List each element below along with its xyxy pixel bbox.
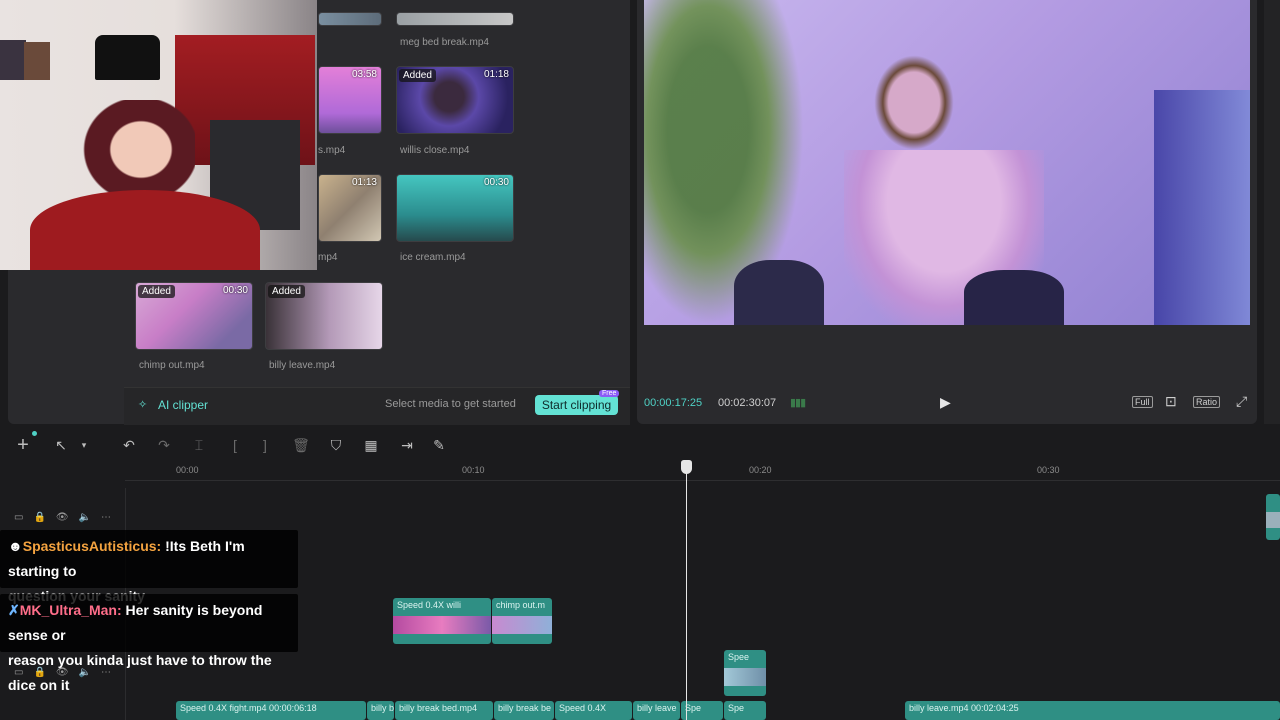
media-thumb[interactable]: Added xyxy=(265,282,383,350)
delete-icon[interactable]: 🗑 xyxy=(292,436,310,454)
timeline-clip[interactable]: Speed 0.4X xyxy=(555,701,632,720)
timeline-clip[interactable]: billy leave.mp4 00:02:04:25 xyxy=(905,701,1280,720)
timeline-clip[interactable]: billy leave xyxy=(633,701,680,720)
trim-right-icon[interactable]: ] xyxy=(256,436,274,454)
media-thumb[interactable]: 01:13 xyxy=(318,174,382,242)
duration-label: 00:30 xyxy=(483,177,509,188)
clip-label: billy leave.mp4 00:02:04:25 xyxy=(909,703,1019,713)
timeline-ruler[interactable] xyxy=(125,460,1280,481)
total-timecode: 00:02:30:07 xyxy=(718,397,777,409)
snapshot-icon[interactable]: ⊡ xyxy=(1165,393,1177,410)
clip-label: billy break bed.mp4 xyxy=(399,703,478,713)
chat-username: SpasticusAutisticus: xyxy=(22,538,162,554)
marker-icon[interactable]: ⛉ xyxy=(327,436,345,454)
chevron-down-icon[interactable]: ▾ xyxy=(75,436,93,454)
media-thumb[interactable]: Added 00:30 xyxy=(135,282,253,350)
ruler-tick: 00:10 xyxy=(462,465,485,475)
ruler-tick: 00:30 xyxy=(1037,465,1060,475)
media-thumb[interactable] xyxy=(396,12,514,26)
clip-label: Spe xyxy=(728,703,745,713)
media-item-name: willis close.mp4 xyxy=(400,145,470,156)
media-thumb[interactable]: Added 01:18 xyxy=(396,66,514,134)
chat-message: ✗MK_Ultra_Man: Her sanity is beyond sens… xyxy=(0,594,298,693)
clip-label: billy b xyxy=(371,703,394,713)
duration-label: 01:18 xyxy=(483,69,509,80)
timeline-clip[interactable]: Spe xyxy=(681,701,723,720)
timeline-clip[interactable] xyxy=(1266,494,1280,540)
added-badge: Added xyxy=(399,69,436,82)
media-item-name: s.mp4 xyxy=(318,145,346,156)
ruler-tick: 00:00 xyxy=(176,465,199,475)
duration-label: 03:58 xyxy=(351,69,377,80)
webcam-overlay xyxy=(0,0,317,270)
auto-edit-icon[interactable]: ✎ xyxy=(430,436,448,454)
clip-label: Speed 0.4X willi xyxy=(397,600,462,610)
timeline-clip[interactable]: Spee xyxy=(724,650,766,696)
undo-icon[interactable]: ↶ xyxy=(120,436,138,454)
current-timecode: 00:00:17:25 xyxy=(644,397,703,409)
timeline-clip[interactable]: Speed 0.4X fight.mp4 00:00:06:18 xyxy=(176,701,366,720)
clip-label: chimp out.m xyxy=(496,600,546,610)
track-controls[interactable]: ▭🔒👁🔈⋯ xyxy=(14,512,121,523)
select-tool-icon[interactable]: ↖ xyxy=(52,436,70,454)
chat-username: MK_Ultra_Man: xyxy=(19,602,122,618)
added-badge: Added xyxy=(138,285,175,298)
clip-label: Spe xyxy=(685,703,702,713)
timeline-clip[interactable]: billy break bed.mp4 xyxy=(395,701,493,720)
clip-label: Speed 0.4X xyxy=(559,703,607,713)
audio-meter-icon: ▮▮▮ xyxy=(790,397,806,409)
media-item-name: chimp out.mp4 xyxy=(139,360,205,371)
ruler-tick: 00:20 xyxy=(749,465,772,475)
trim-left-icon[interactable]: [ xyxy=(226,436,244,454)
ai-clipper-icon: ✧ xyxy=(138,399,148,411)
media-item-name: ice cream.mp4 xyxy=(400,252,466,263)
ratio-button[interactable]: Ratio xyxy=(1193,396,1221,408)
select-media-hint: Select media to get started xyxy=(385,398,516,410)
play-icon[interactable]: ▶ xyxy=(940,394,951,411)
playhead-line[interactable] xyxy=(686,466,687,720)
timeline-clip[interactable]: billy b xyxy=(367,701,394,720)
extract-audio-icon[interactable]: ⇥ xyxy=(398,436,416,454)
timeline-clip[interactable]: Spe xyxy=(724,701,766,720)
clip-label: billy leave xyxy=(637,703,677,713)
playhead-handle[interactable] xyxy=(681,460,692,474)
added-badge: Added xyxy=(268,285,305,298)
timeline-clip[interactable]: chimp out.m xyxy=(492,598,552,644)
duration-label: 00:30 xyxy=(222,285,248,296)
media-item-name: meg bed break.mp4 xyxy=(400,37,489,48)
duration-label: 01:13 xyxy=(351,177,377,188)
freeze-icon[interactable]: ▦ xyxy=(362,436,380,454)
right-panel-edge xyxy=(1264,0,1280,424)
clip-label: Spee xyxy=(728,652,750,662)
free-tag: Free xyxy=(599,390,620,397)
fullscreen-icon[interactable]: ⤢ xyxy=(1236,393,1247,410)
clip-label: billy break be xyxy=(498,703,552,713)
media-thumb[interactable] xyxy=(318,12,382,26)
start-clipping-button[interactable]: Start clipping xyxy=(535,395,618,415)
video-preview[interactable] xyxy=(644,0,1250,325)
chat-text: reason you kinda just have to throw the … xyxy=(8,652,272,693)
timeline-clip[interactable]: Speed 0.4X willi xyxy=(393,598,491,644)
media-thumb[interactable]: 03:58 xyxy=(318,66,382,134)
full-button[interactable]: Full xyxy=(1132,396,1153,408)
ai-clipper-label[interactable]: AI clipper xyxy=(158,398,208,412)
redo-icon[interactable]: ↷ xyxy=(155,436,173,454)
media-item-name: mp4 xyxy=(318,252,338,263)
split-icon[interactable]: ⌶ xyxy=(190,436,208,454)
media-thumb[interactable]: 00:30 xyxy=(396,174,514,242)
timeline-clip[interactable]: billy break be xyxy=(494,701,554,720)
notification-dot xyxy=(32,431,37,436)
chat-message: ☻SpasticusAutisticus: !Its Beth I'm star… xyxy=(0,530,298,604)
clip-label: Speed 0.4X fight.mp4 00:00:06:18 xyxy=(180,703,317,713)
media-item-name: billy leave.mp4 xyxy=(269,360,336,371)
add-track-icon[interactable]: + xyxy=(14,434,32,456)
chat-badge-icon: ✗ xyxy=(8,602,20,618)
chat-emote-icon: ☻ xyxy=(8,538,23,554)
